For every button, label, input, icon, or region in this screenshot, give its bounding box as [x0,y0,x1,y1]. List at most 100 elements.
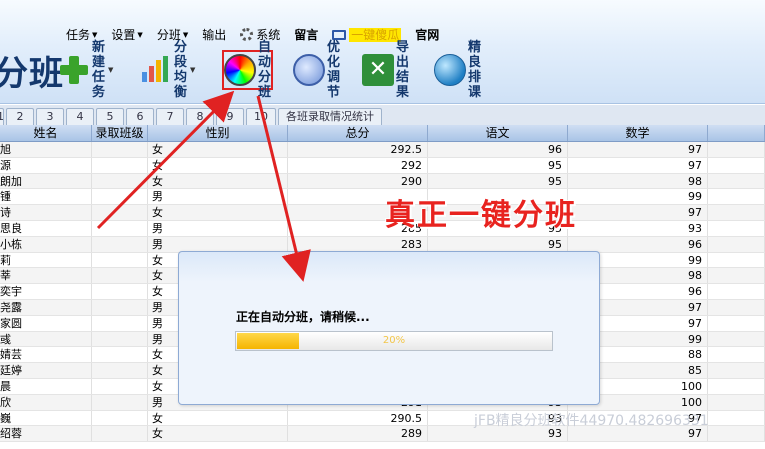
cell-name: 家圆 [0,315,92,331]
bar-chart-icon [140,54,172,86]
cell-filler [708,252,765,268]
table-row[interactable]: 朗加 女 290 95 98 [0,173,765,190]
app-logo: 分班 [0,54,64,94]
tab-8[interactable]: 8 [186,108,214,125]
cell-gender: 女 [148,142,288,157]
menu-item-1[interactable]: 设置 ▼ [111,26,142,43]
table-row[interactable]: 源 女 292 95 97 [0,157,765,174]
tab-5[interactable]: 5 [96,108,124,125]
cell-total: 290.5 [288,410,428,426]
tab-1[interactable]: 1 [0,108,4,125]
cell-class [92,252,148,268]
menu-item-5[interactable]: 留言 [294,26,318,43]
label-line-1: 分段 [174,40,188,70]
cell-filler [708,220,765,236]
label-line-1: 精良 [468,40,482,70]
tab-7[interactable]: 7 [156,108,184,125]
cell-filler [708,189,765,205]
label-line-2: 调节 [327,70,341,100]
cell-name: 锺 [0,189,92,205]
column-header-filler [708,125,765,141]
tab-2[interactable]: 2 [6,108,34,125]
globe-icon [434,54,466,86]
plus-icon [58,54,90,86]
toolbar-button-0[interactable]: 新建 任务 ▼ [58,40,113,100]
cell-filler [708,157,765,173]
tab-6[interactable]: 6 [126,108,154,125]
menu-item-7[interactable]: 官网 [415,26,439,43]
cell-gender: 女 [148,205,288,220]
chevron-down-icon: ▼ [92,30,98,39]
column-header[interactable]: 语文 [428,125,568,141]
cell-total: 290 [288,173,428,189]
cell-name: 小栋 [0,236,92,252]
table-row[interactable]: 思良男 285 95 93 [0,220,765,237]
cell-chinese: 96 [428,142,568,157]
toolbar-button-label: 新建 任务 [92,40,105,100]
column-header[interactable]: 录取班级 [92,125,148,141]
cell-total: 283 [288,236,428,252]
tab-9[interactable]: 9 [216,108,244,125]
cell-filler [708,284,765,299]
cell-math: 99 [568,189,708,205]
toolbar-button-4[interactable]: ✕ 导出 结果 [362,40,409,100]
toolbar-button-label: 导出 结果 [396,40,409,100]
cell-math: 96 [568,236,708,252]
table-row[interactable]: 旭 女 292.5 96 97 [0,142,765,158]
menu-item-label: 留言 [294,27,319,42]
cell-gender: 女 [148,410,288,426]
tab-各班录取情况统计[interactable]: 各班录取情况统计 [278,108,382,125]
menu-item-label: 输出 [202,27,227,42]
column-header[interactable]: 数学 [568,125,708,141]
cell-name: 巍 [0,410,92,426]
tab-4[interactable]: 4 [66,108,94,125]
cell-filler [708,347,765,363]
tab-10[interactable]: 10 [246,108,276,125]
cell-name: 源 [0,157,92,173]
toolbar-button-label: 分段 均衡 [174,40,187,100]
cell-class [92,299,148,315]
cell-name: 莘 [0,268,92,284]
menu-item-label: 一键傻瓜 [349,27,402,42]
toolbar-button-label: 优化 调节 [327,40,340,100]
label-line-1: 新建 [92,40,106,70]
cell-class [92,331,148,347]
label-line-2: 排课 [468,70,482,100]
cell-filler [708,331,765,347]
table-row[interactable]: 诗 女 97 [0,205,765,221]
excel-icon: ✕ [362,54,394,86]
column-header[interactable]: 总分 [288,125,428,141]
app-header: 分班 任务 ▼ 设置 ▼ 分班 ▼ 输出 系统 留言 一键傻瓜 官网 新建 任务 ▼ 分段 均衡 ▼ 自动 分班优… [0,0,765,104]
cell-name: 奕宇 [0,284,92,299]
cell-name: 晨 [0,378,92,394]
table-row[interactable]: 锺 男 99 [0,189,765,206]
toolbar-button-2[interactable]: 自动 分班 [222,40,274,100]
cell-filler [708,315,765,331]
cell-name: 尧露 [0,299,92,315]
tab-3[interactable]: 3 [36,108,64,125]
cell-name: 欣 [0,394,92,410]
label-line-2: 分班 [258,70,272,100]
label-line-1: 自动 [258,40,272,70]
menu-item-6[interactable]: 一键傻瓜 [332,26,402,43]
cell-gender: 女 [148,426,288,442]
class-tabs: 1 2 3 4 5 6 7 8 9 10 各班录取情况统计 [0,105,765,125]
column-header[interactable]: 姓名 [0,125,92,141]
progress-label: 20% [382,335,406,346]
toolbar-button-1[interactable]: 分段 均衡 ▼ [140,40,195,100]
cell-class [92,378,148,394]
cell-filler [708,299,765,315]
progress-dialog: 正在自动分班，请稍候... 20% [178,251,600,405]
cell-filler [708,268,765,284]
cell-filler [708,205,765,220]
cell-name: 旭 [0,142,92,157]
cell-class [92,173,148,189]
menu-item-label: 官网 [415,27,440,42]
cell-name: 诗 [0,205,92,220]
toolbar-button-5[interactable]: 精良 排课 [434,40,481,100]
toolbar-button-3[interactable]: 优化 调节 [293,40,340,100]
menu-item-3[interactable]: 输出 [202,26,226,43]
column-header[interactable]: 性别 [148,125,288,141]
chevron-down-icon: ▼ [182,30,189,39]
toolbar-button-label: 精良 排课 [468,40,481,100]
